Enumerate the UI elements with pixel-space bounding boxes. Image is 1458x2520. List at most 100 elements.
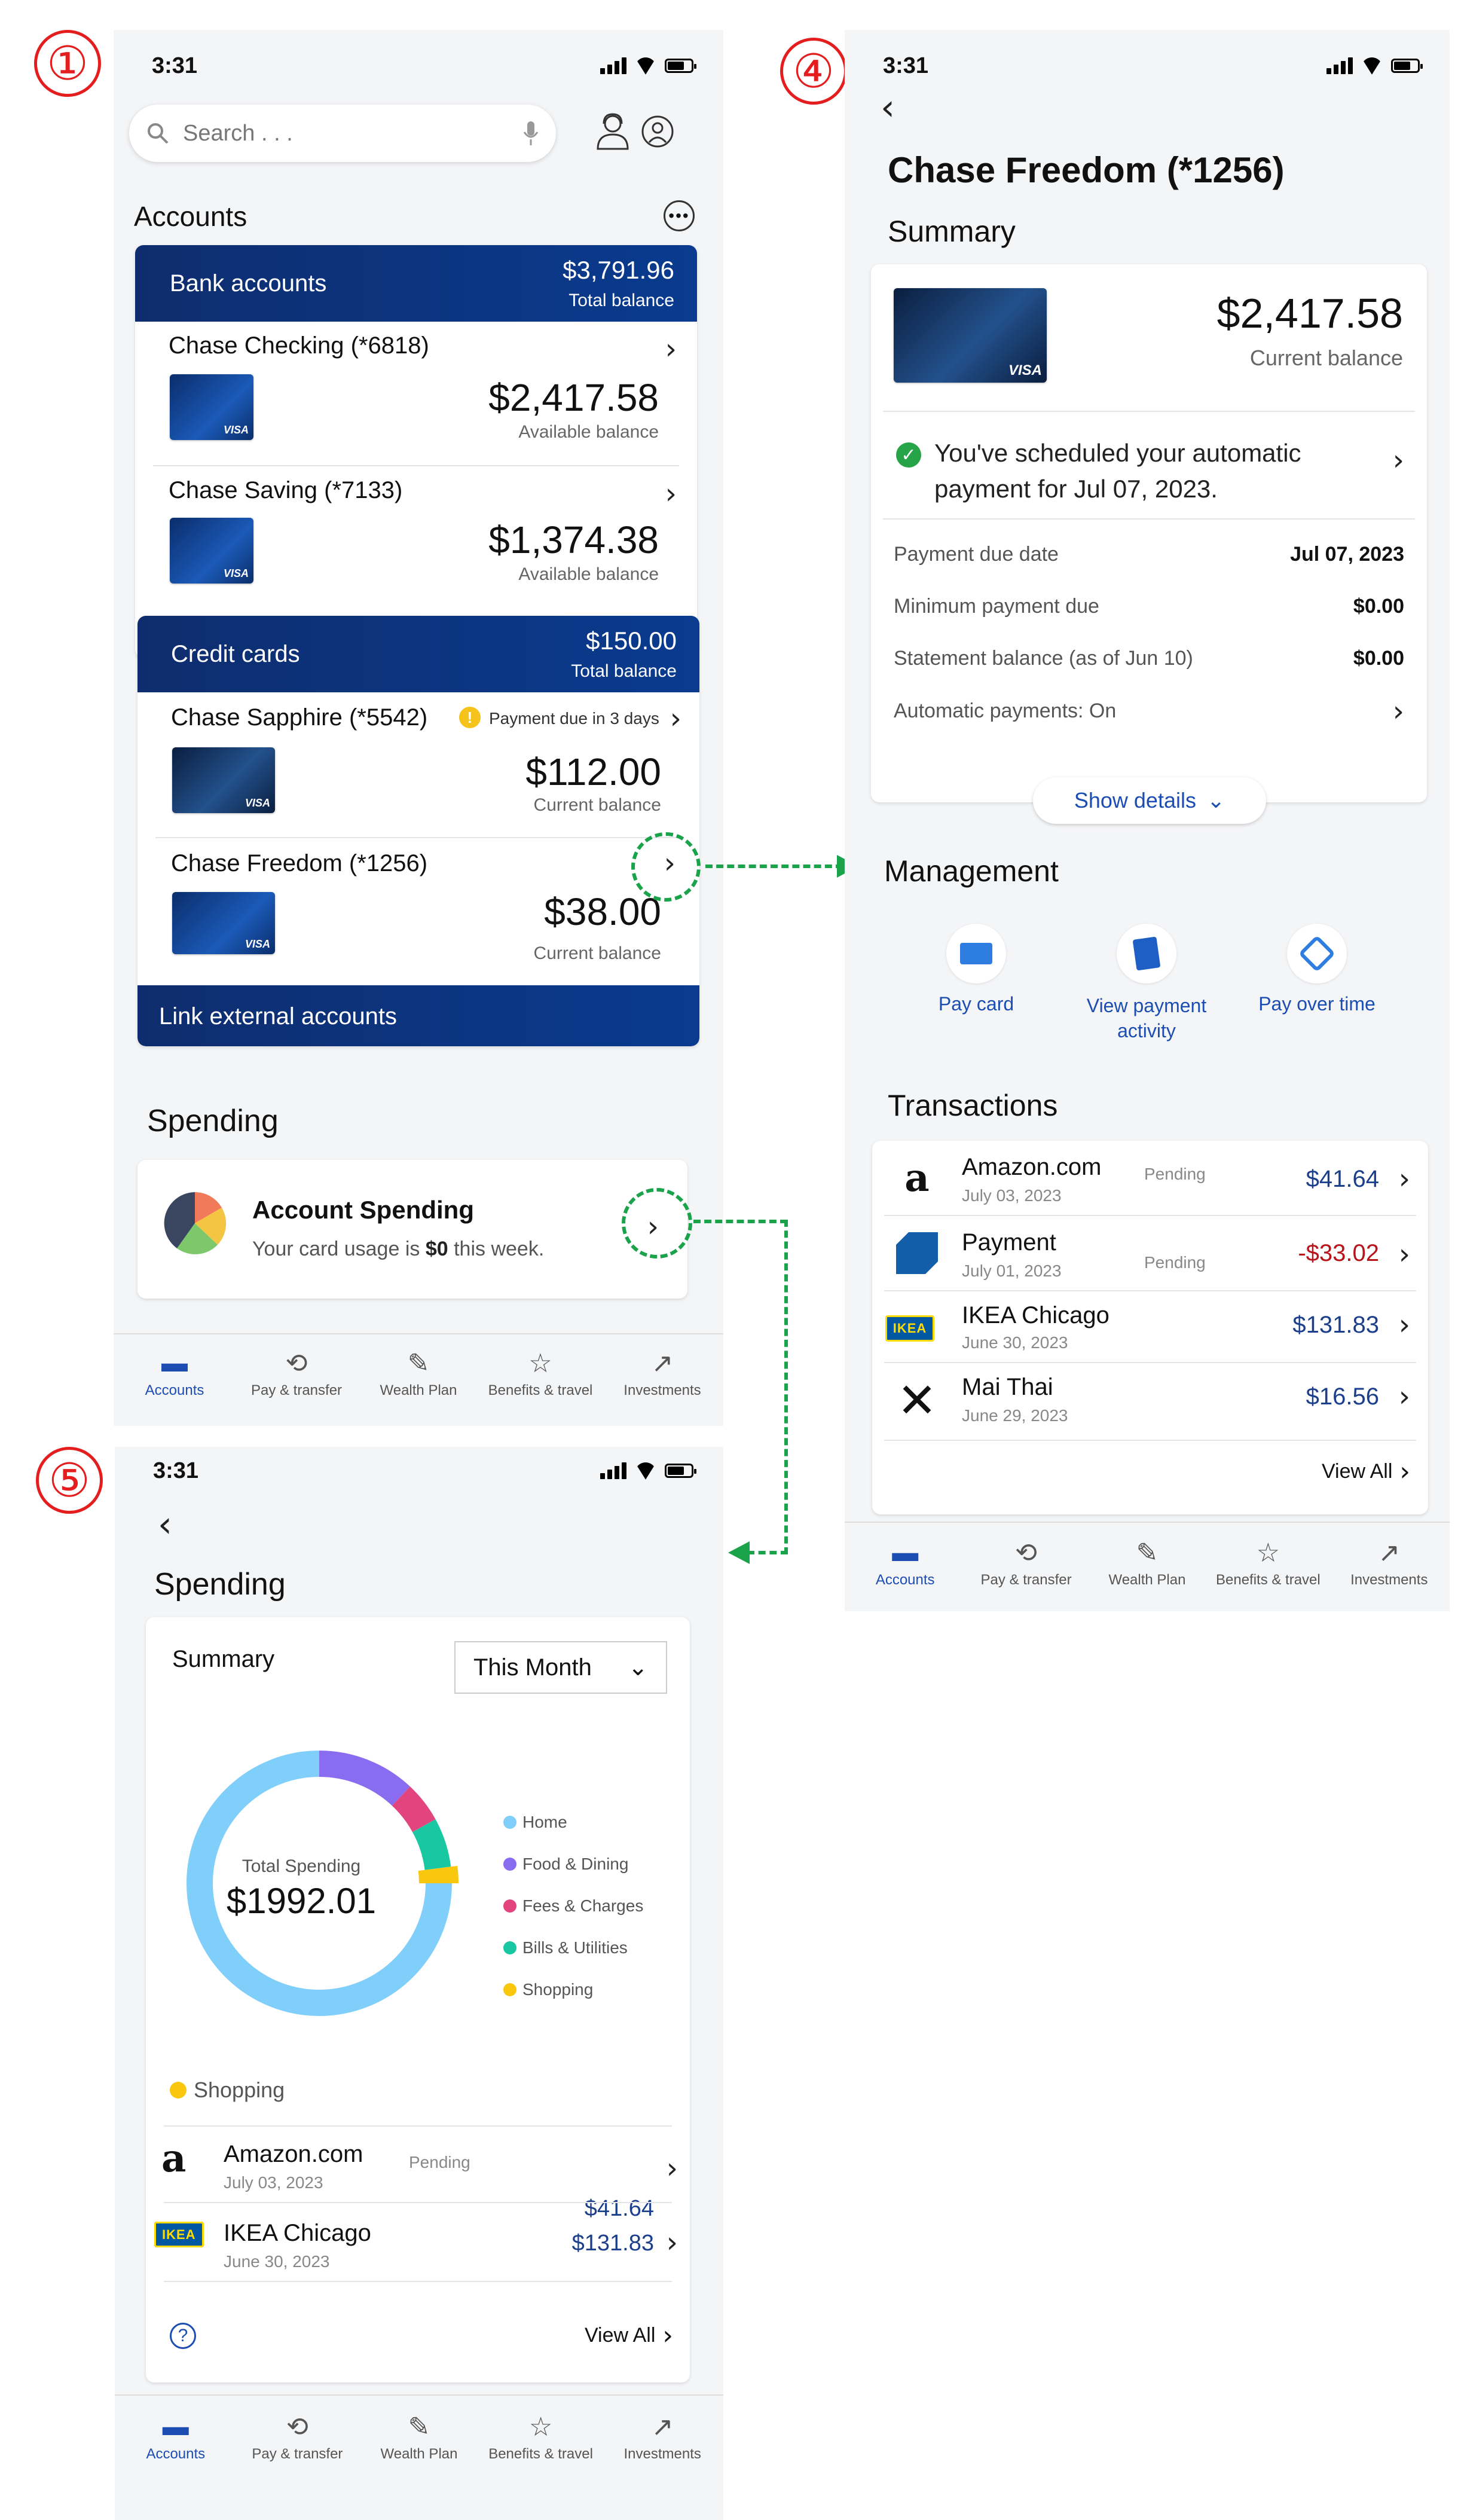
microphone-icon[interactable] [522, 120, 539, 146]
credit-cards-label: Credit cards [171, 641, 300, 667]
summary-title: Summary [888, 215, 1016, 248]
back-icon[interactable]: ‹ [881, 90, 895, 126]
transaction-row[interactable]: IKEA IKEA Chicago June 30, 2023 $131.83 … [146, 2203, 690, 2277]
receipt-icon [1117, 924, 1176, 983]
view-all-label: View All [584, 2324, 656, 2347]
transaction-row[interactable]: IKEA IKEA Chicago June 30, 2023 $131.83 … [872, 1291, 1428, 1361]
scheduled-text: You've scheduled your automatic payment … [934, 439, 1301, 503]
dollar-cycle-icon: ⟲ [1015, 1538, 1038, 1568]
tab-wealth-plan[interactable]: ✎ Wealth Plan [357, 1348, 479, 1399]
tab-pay-transfer[interactable]: ⟲ Pay & transfer [236, 1348, 357, 1399]
transaction-row[interactable]: Payment July 01, 2023 Pending -$33.02 › [872, 1216, 1428, 1290]
tab-investments[interactable]: ↗ Investments [601, 1348, 723, 1399]
total-spending-value: $1992.01 [226, 1881, 377, 1921]
transaction-name: Amazon.com [962, 1154, 1102, 1180]
tab-investments[interactable]: ↗ Investments [601, 2411, 723, 2463]
tab-pay-transfer[interactable]: ⟲ Pay & transfer [965, 1537, 1086, 1589]
period-dropdown[interactable]: This Month ⌄ [454, 1641, 667, 1694]
step-marker-5: ⑤ [36, 1447, 103, 1514]
view-all-link[interactable]: View All › [1322, 1456, 1410, 1487]
search-bar[interactable]: Search . . . [129, 105, 556, 162]
divider [884, 1440, 1416, 1441]
back-icon[interactable]: ‹ [158, 1507, 172, 1542]
credit-row-sapphire[interactable]: Chase Sapphire (*5542) ! Payment due in … [137, 692, 699, 836]
view-all-link[interactable]: View All › [585, 2320, 673, 2351]
status-bar: 3:31 [115, 1447, 723, 1495]
more-options-icon[interactable]: ••• [664, 200, 695, 231]
wifi-icon [635, 57, 656, 74]
bank-accounts-card: Bank accounts $3,791.96 Total balance Ch… [135, 245, 697, 658]
scheduled-payment-row[interactable]: ✓ You've scheduled your automatic paymen… [871, 426, 1427, 503]
bank-accounts-header[interactable]: Bank accounts $3,791.96 Total balance [135, 245, 697, 322]
dollar-cycle-icon: ⟲ [286, 2412, 308, 2442]
tab-investments[interactable]: ↗ Investments [1329, 1537, 1450, 1589]
card-image: VISA [894, 288, 1047, 383]
management-pay-card[interactable]: Pay card [916, 924, 1036, 1015]
legend-item: Food & Dining [503, 1843, 643, 1885]
connector-line-horizontal [693, 1220, 787, 1223]
management-view-activity[interactable]: View payment activity [1075, 924, 1218, 1043]
chevron-down-icon: ⌄ [628, 1654, 648, 1681]
tab-benefits-travel[interactable]: ☆ Benefits & travel [1208, 1537, 1328, 1589]
transaction-amount: $131.83 [571, 2231, 654, 2256]
detail-label: Minimum payment due [894, 595, 1099, 618]
tab-wealth-plan[interactable]: ✎ Wealth Plan [1087, 1537, 1208, 1589]
summary-label: Summary [172, 1646, 275, 1672]
search-input[interactable]: Search . . . [183, 121, 509, 146]
tab-accounts[interactable]: ▬ Accounts [845, 1537, 965, 1589]
account-sub: Available balance [518, 422, 659, 442]
advisor-icon[interactable] [592, 111, 634, 152]
transaction-row[interactable]: a Amazon.com July 03, 2023 Pending $41.6… [872, 1141, 1428, 1215]
account-row-saving[interactable]: Chase Saving (*7133) › VISA $1,374.38 Av… [135, 466, 697, 610]
profile-icon[interactable] [640, 114, 675, 149]
transactions-title: Transactions [888, 1089, 1058, 1122]
tab-label: Wealth Plan [380, 2446, 458, 2462]
highlight-circle-freedom [631, 832, 701, 902]
tab-label: Pay & transfer [980, 1572, 1072, 1588]
automatic-payments-row[interactable]: Automatic payments: On › [894, 697, 1404, 735]
show-details-button[interactable]: Show details ⌄ [1033, 777, 1266, 824]
tab-benefits-travel[interactable]: ☆ Benefits & travel [480, 2411, 602, 2463]
legend-item: Home [503, 1801, 643, 1843]
donut-slice-fees-charges [392, 1786, 436, 1832]
credit-row-freedom[interactable]: Chase Freedom (*1256) › VISA $38.00 Curr… [137, 838, 699, 982]
account-row-checking[interactable]: Chase Checking (*6818) › VISA $2,417.58 … [135, 322, 697, 465]
chevron-right-icon: › [665, 332, 677, 366]
tab-label: Pay & transfer [250, 1382, 343, 1398]
link-external-label: Link external accounts [159, 1003, 398, 1030]
legend-label: Home [522, 1813, 567, 1831]
screen-card-details: 3:31 ‹ Chase Freedom (*1256) Summary VIS… [845, 30, 1450, 1611]
usage-suffix: this week. [448, 1238, 545, 1260]
tab-label: Benefits & travel [488, 1382, 593, 1398]
card-sub: Current balance [533, 795, 661, 815]
transaction-name: IKEA Chicago [224, 2220, 371, 2246]
legend-label: Food & Dining [522, 1855, 629, 1873]
chart-line-icon: ↗ [1378, 1538, 1401, 1568]
amazon-logo-icon: a [161, 2136, 187, 2181]
donut-slice-bills-utilities [412, 1819, 451, 1871]
search-icon [148, 123, 169, 144]
management-pay-over-time[interactable]: Pay over time [1239, 924, 1395, 1015]
transaction-row[interactable]: a Amazon.com July 03, 2023 Pending $41.6… [146, 2127, 690, 2221]
chevron-right-icon: › [665, 477, 677, 511]
tab-wealth-plan[interactable]: ✎ Wealth Plan [358, 2411, 480, 2463]
help-icon[interactable]: ? [170, 2323, 196, 2349]
account-spending-card[interactable]: Account Spending Your card usage is $0 t… [137, 1160, 687, 1299]
tab-accounts[interactable]: ▬ Accounts [115, 2411, 237, 2463]
transaction-row[interactable]: ✕ Mai Thai June 29, 2023 $16.56 › [872, 1363, 1428, 1440]
tab-accounts[interactable]: ▬ Accounts [114, 1348, 236, 1399]
tab-pay-transfer[interactable]: ⟲ Pay & transfer [237, 2411, 359, 2463]
tab-label: Pay & transfer [252, 2446, 343, 2462]
account-amount: $2,417.58 [488, 376, 659, 419]
tab-benefits-travel[interactable]: ☆ Benefits & travel [479, 1348, 601, 1399]
chevron-right-icon: › [1398, 1162, 1410, 1196]
link-external-accounts-button[interactable]: Link external accounts [137, 985, 699, 1046]
legend-item: Fees & Charges [503, 1885, 643, 1927]
credit-cards-header[interactable]: Credit cards $150.00 Total balance [137, 616, 699, 692]
document-pen-icon: ✎ [408, 2412, 430, 2442]
tab-label: Benefits & travel [1215, 1572, 1321, 1588]
legend-dot [503, 1816, 516, 1829]
shopping-label: Shopping [194, 2078, 285, 2102]
donut-slice-shopping [418, 1865, 459, 1884]
transaction-status: Pending [409, 2153, 470, 2171]
